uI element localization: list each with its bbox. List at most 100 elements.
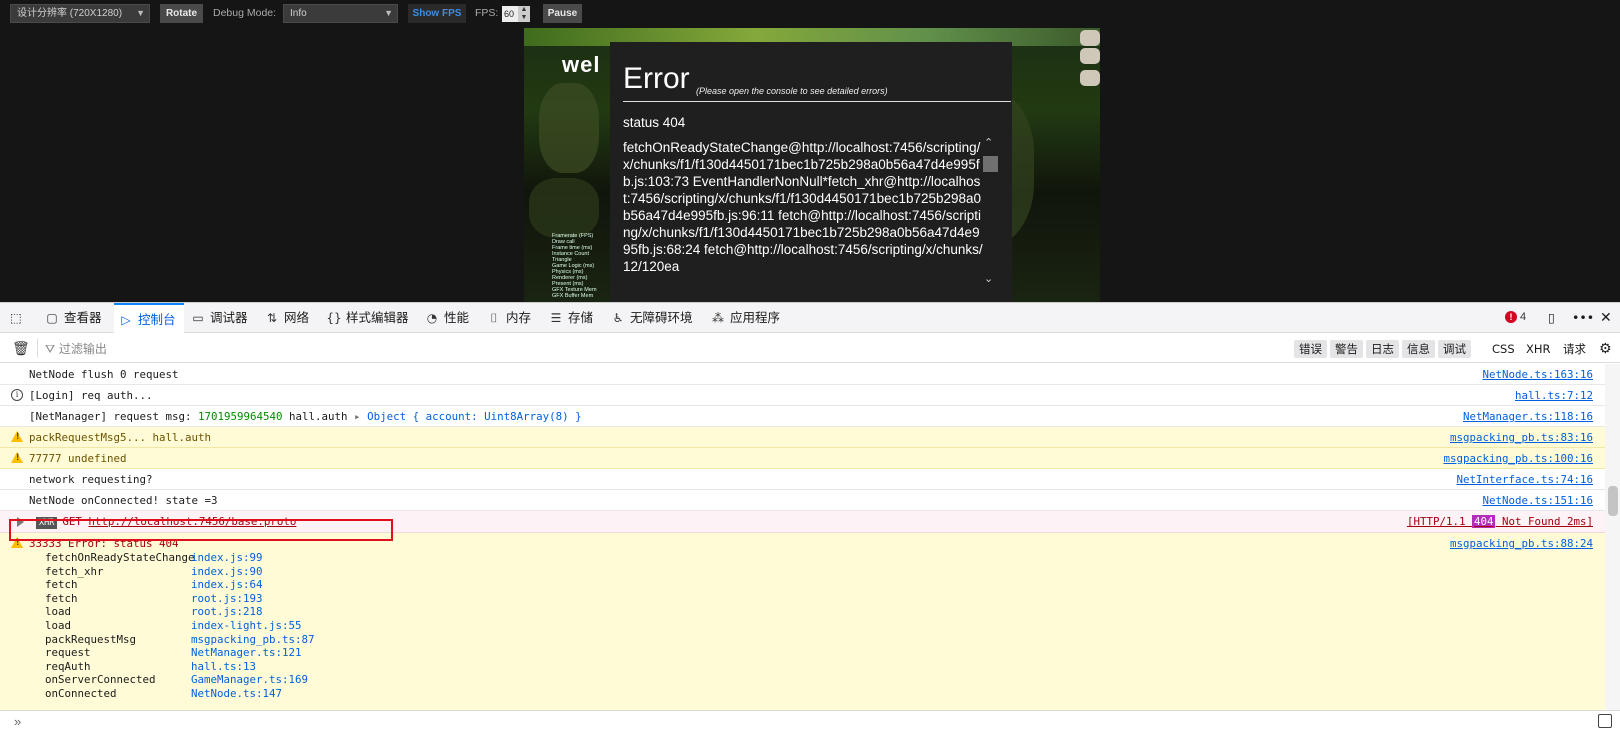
- trash-icon[interactable]: 🗑: [12, 340, 30, 357]
- scroll-down-icon[interactable]: ⌄: [984, 272, 993, 285]
- devtools-tabbar: ⬚ ▢ 查看器 ▷ 控制台 ▭ 调试器 ⇅ 网络 {} 样式编辑器 ◔ 性能 ⌷ 内存 ☰ 存储…: [0, 303, 1620, 333]
- info-icon: i: [11, 389, 23, 401]
- filter-css-button[interactable]: CSS: [1492, 340, 1515, 358]
- stack-location-link[interactable]: root.js:193: [191, 592, 263, 605]
- tab-storage[interactable]: ☰ 存储: [548, 303, 593, 333]
- stack-location-link[interactable]: index.js:99: [191, 551, 263, 564]
- scrollbar[interactable]: [1605, 364, 1620, 710]
- warning-icon: [11, 431, 23, 442]
- tab-accessibility[interactable]: ♿ 无障碍环境: [610, 303, 693, 333]
- performance-icon: ◔: [426, 311, 438, 325]
- debug-mode-select[interactable]: Info ▼: [283, 4, 398, 23]
- inspector-icon: ▢: [46, 311, 58, 325]
- list-item: packRequestMsg5... hall.auth msgpacking_…: [0, 427, 1605, 448]
- filter-warnings-button[interactable]: 警告: [1330, 340, 1363, 358]
- stack-location-link[interactable]: NetNode.ts:147: [191, 687, 282, 700]
- source-link[interactable]: NetNode.ts:163:16: [1482, 368, 1593, 381]
- log-object[interactable]: Object { account: Uint8Array(8) }: [367, 410, 582, 423]
- element-picker-icon[interactable]: ⬚: [10, 303, 22, 333]
- game-stone: [1080, 48, 1100, 64]
- source-link[interactable]: NetManager.ts:118:16: [1463, 410, 1593, 423]
- debugger-icon: ▭: [192, 311, 204, 325]
- resolution-select[interactable]: 设计分辨率 (720X1280) ▼: [10, 4, 150, 23]
- tab-memory[interactable]: ⌷ 内存: [486, 303, 531, 333]
- tab-label: 存储: [568, 310, 594, 325]
- log-message: [NetManager] request msg: 1701959964540 …: [29, 410, 582, 423]
- highlight-box: [9, 519, 393, 541]
- error-title: Error: [623, 62, 690, 95]
- close-icon[interactable]: ✕: [1600, 303, 1612, 333]
- expand-triangle-icon[interactable]: ▸: [354, 410, 367, 423]
- split-console-icon[interactable]: [1598, 714, 1612, 728]
- scrollbar-thumb[interactable]: [983, 156, 998, 172]
- prompt-icon: »: [14, 714, 22, 729]
- application-icon: ⁂: [712, 311, 724, 325]
- source-link[interactable]: NetInterface.ts:74:16: [1456, 473, 1593, 486]
- tab-network[interactable]: ⇅ 网络: [264, 303, 309, 333]
- filter-errors-button[interactable]: 错误: [1294, 340, 1327, 358]
- stack-location-link[interactable]: hall.ts:13: [191, 660, 256, 673]
- stack-location-link[interactable]: msgpacking_pb.ts:87: [191, 633, 315, 646]
- http-status[interactable]: [HTTP/1.1 404 Not Found 2ms]: [1407, 515, 1593, 528]
- source-link[interactable]: hall.ts:7:12: [1515, 389, 1593, 402]
- error-count: 4: [1520, 311, 1527, 323]
- list-item: [NetManager] request msg: 1701959964540 …: [0, 406, 1605, 427]
- filter-logs-button[interactable]: 日志: [1366, 340, 1399, 358]
- stack-location-link[interactable]: index-light.js:55: [191, 619, 302, 632]
- filter-input[interactable]: ⛛ 过滤输出: [45, 340, 107, 357]
- tab-style-editor[interactable]: {} 样式编辑器: [326, 303, 408, 333]
- tab-application[interactable]: ⁂ 应用程序: [710, 303, 780, 333]
- error-status: status 404: [623, 115, 686, 130]
- funnel-icon: ⛛: [45, 342, 59, 356]
- fps-stepper[interactable]: ▲ ▼: [518, 6, 530, 22]
- error-count-badge[interactable]: ! 4: [1505, 311, 1526, 323]
- tab-label: 控制台: [138, 312, 176, 327]
- chevron-down-icon: ▼: [384, 8, 393, 18]
- tab-console[interactable]: ▷ 控制台: [114, 303, 184, 333]
- filter-xhr-button[interactable]: XHR: [1526, 340, 1551, 358]
- tab-debugger[interactable]: ▭ 调试器: [190, 303, 248, 333]
- storage-icon: ☰: [550, 311, 562, 325]
- log-message: [Login] req auth...: [29, 389, 153, 402]
- show-fps-button[interactable]: Show FPS: [408, 4, 466, 23]
- tab-performance[interactable]: ◔ 性能: [424, 303, 469, 333]
- source-link[interactable]: NetNode.ts:151:16: [1482, 494, 1593, 507]
- welcome-text: wel: [562, 52, 601, 77]
- preview-toolbar: 设计分辨率 (720X1280) ▼ Rotate Debug Mode: In…: [0, 0, 1620, 28]
- log-message: packRequestMsg5... hall.auth: [29, 431, 212, 444]
- fps-value: 60: [504, 9, 515, 19]
- console-log: NetNode flush 0 request NetNode.ts:163:1…: [0, 364, 1605, 710]
- source-link[interactable]: msgpacking_pb.ts:100:16: [1443, 452, 1593, 465]
- stack-location-link[interactable]: index.js:64: [191, 578, 263, 591]
- stack-location-link[interactable]: root.js:218: [191, 605, 263, 618]
- fps-input[interactable]: 60 ▲ ▼: [502, 6, 530, 22]
- console-input[interactable]: »: [0, 710, 1620, 732]
- filter-info-button[interactable]: 信息: [1402, 340, 1435, 358]
- profiler-stats: Framerate (FPS) Draw call Frame time (ms) I…: [552, 233, 612, 299]
- tab-label: 调试器: [210, 310, 248, 325]
- divider: [37, 339, 38, 357]
- tab-inspector[interactable]: ▢ 查看器: [44, 303, 101, 333]
- more-options-icon[interactable]: •••: [1572, 303, 1594, 333]
- scrollbar-thumb[interactable]: [1608, 486, 1618, 516]
- scroll-up-icon[interactable]: ⌃: [984, 136, 993, 149]
- gear-icon[interactable]: ⚙: [1599, 340, 1612, 358]
- list-item: i [Login] req auth... hall.ts:7:12: [0, 385, 1605, 406]
- stack-location-link[interactable]: GameManager.ts:169: [191, 673, 308, 686]
- list-item: NetNode flush 0 request NetNode.ts:163:1…: [0, 364, 1605, 385]
- game-stone: [1080, 30, 1100, 46]
- status-text: [HTTP/1.1: [1406, 515, 1472, 528]
- filter-debug-button[interactable]: 调试: [1438, 340, 1471, 358]
- style-editor-icon: {}: [326, 311, 342, 325]
- console-icon: ▷: [121, 313, 131, 327]
- stack-location-link[interactable]: NetManager.ts:121: [191, 646, 302, 659]
- filter-requests-button[interactable]: 请求: [1563, 340, 1586, 358]
- rotate-button[interactable]: Rotate: [160, 4, 203, 23]
- pause-button[interactable]: Pause: [543, 4, 582, 23]
- list-item: NetNode onConnected! state =3 NetNode.ts…: [0, 490, 1605, 511]
- stack-location-link[interactable]: index.js:90: [191, 565, 263, 578]
- source-link[interactable]: msgpacking_pb.ts:88:24: [1450, 537, 1593, 550]
- resolution-value: 设计分辨率 (720X1280): [17, 8, 123, 19]
- dock-toggle-icon[interactable]: ▯: [1548, 303, 1555, 333]
- source-link[interactable]: msgpacking_pb.ts:83:16: [1450, 431, 1593, 444]
